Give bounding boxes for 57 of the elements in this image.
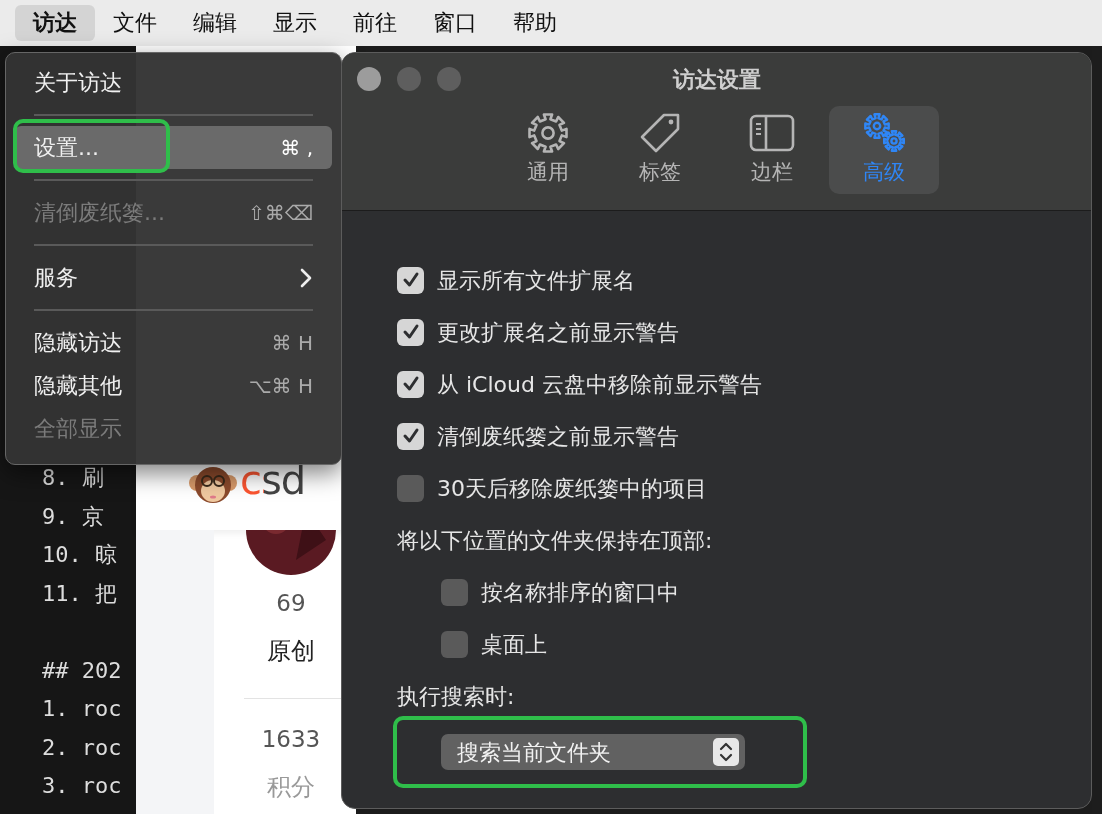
terminal-line: ## 202 bbox=[42, 656, 123, 685]
stat-label: 原创 bbox=[266, 635, 316, 667]
checkbox-label: 清倒废纸篓之前显示警告 bbox=[437, 422, 679, 451]
menu-bar-item[interactable]: 文件 bbox=[95, 4, 175, 42]
menu-bar-item[interactable]: 窗口 bbox=[415, 4, 495, 42]
shortcut-text: ⇧⌘⌫ bbox=[247, 199, 313, 227]
checkbox[interactable] bbox=[441, 578, 468, 606]
up-down-chevron-icon bbox=[713, 738, 739, 766]
terminal-line: 2. roc bbox=[42, 733, 123, 762]
terminal-line: 9. 京 bbox=[42, 502, 105, 531]
section-label: 执行搜索时: bbox=[397, 682, 516, 711]
window-title: 访达设置 bbox=[671, 66, 762, 94]
preferences-tab[interactable]: 边栏 bbox=[717, 106, 827, 194]
settings-icon bbox=[525, 111, 571, 154]
checkbox[interactable] bbox=[397, 318, 424, 346]
menu-item[interactable]: 服务 bbox=[34, 261, 78, 294]
checkbox-label: 30天后移除废纸篓中的项目 bbox=[437, 474, 707, 503]
preferences-tab[interactable]: 通用 bbox=[493, 106, 603, 194]
section-label: 将以下位置的文件夹保持在顶部: bbox=[397, 526, 714, 555]
chevron-right-icon bbox=[299, 266, 313, 289]
stat-label: 积分 bbox=[266, 771, 316, 803]
menu-item-label: 设置... bbox=[34, 134, 99, 162]
checkbox[interactable] bbox=[397, 474, 424, 502]
terminal-line: 3. roc bbox=[42, 772, 123, 800]
terminal-line: 8. 刷 bbox=[42, 464, 105, 492]
checkbox-label: 桌面上 bbox=[481, 630, 547, 659]
checkbox[interactable] bbox=[397, 422, 424, 450]
menu-bar-item[interactable]: 访达 bbox=[15, 4, 95, 42]
menu-bar-item[interactable]: 显示 bbox=[255, 4, 335, 42]
menu-bar-item[interactable]: 编辑 bbox=[175, 4, 255, 42]
gears-icon bbox=[861, 111, 907, 154]
checkbox-label: 从 iCloud 云盘中移除前显示警告 bbox=[437, 370, 762, 399]
stat-value: 69 bbox=[275, 589, 307, 618]
terminal-line: 10. 晾 bbox=[42, 541, 118, 569]
terminal-line: 11. 把 bbox=[42, 579, 118, 608]
checkbox-label: 显示所有文件扩展名 bbox=[437, 266, 635, 295]
terminal-line: 1. roc bbox=[42, 695, 123, 723]
menu-item: 全部显示 bbox=[34, 415, 122, 443]
checkbox-label: 按名称排序的窗口中 bbox=[481, 578, 679, 607]
menu-bar-item[interactable]: 帮助 bbox=[495, 4, 575, 42]
shortcut-text: ⌥⌘ H bbox=[248, 372, 313, 400]
preferences-tab[interactable]: 标签 bbox=[605, 106, 715, 194]
window-control[interactable] bbox=[357, 67, 381, 91]
menu-item[interactable]: 设置... ⌘ , bbox=[15, 126, 332, 169]
menu-item[interactable]: 隐藏访达 bbox=[34, 326, 122, 359]
stat-value: 1633 bbox=[260, 725, 322, 754]
checkbox-label: 更改扩展名之前显示警告 bbox=[437, 318, 679, 347]
popup-button[interactable]: 搜索当前文件夹 bbox=[441, 734, 745, 770]
menu-bar-item[interactable]: 前往 bbox=[335, 4, 415, 42]
checkbox[interactable] bbox=[397, 266, 424, 294]
checkbox[interactable] bbox=[397, 370, 424, 398]
menu-item[interactable]: 关于访达 bbox=[34, 66, 122, 99]
shortcut-text: ⌘ , bbox=[280, 134, 313, 162]
menu-item[interactable]: 隐藏其他 bbox=[34, 369, 122, 402]
shortcut-text: ⌘ H bbox=[271, 329, 313, 357]
checkbox[interactable] bbox=[441, 630, 468, 658]
menu-item: 清倒废纸篓... bbox=[34, 199, 165, 227]
